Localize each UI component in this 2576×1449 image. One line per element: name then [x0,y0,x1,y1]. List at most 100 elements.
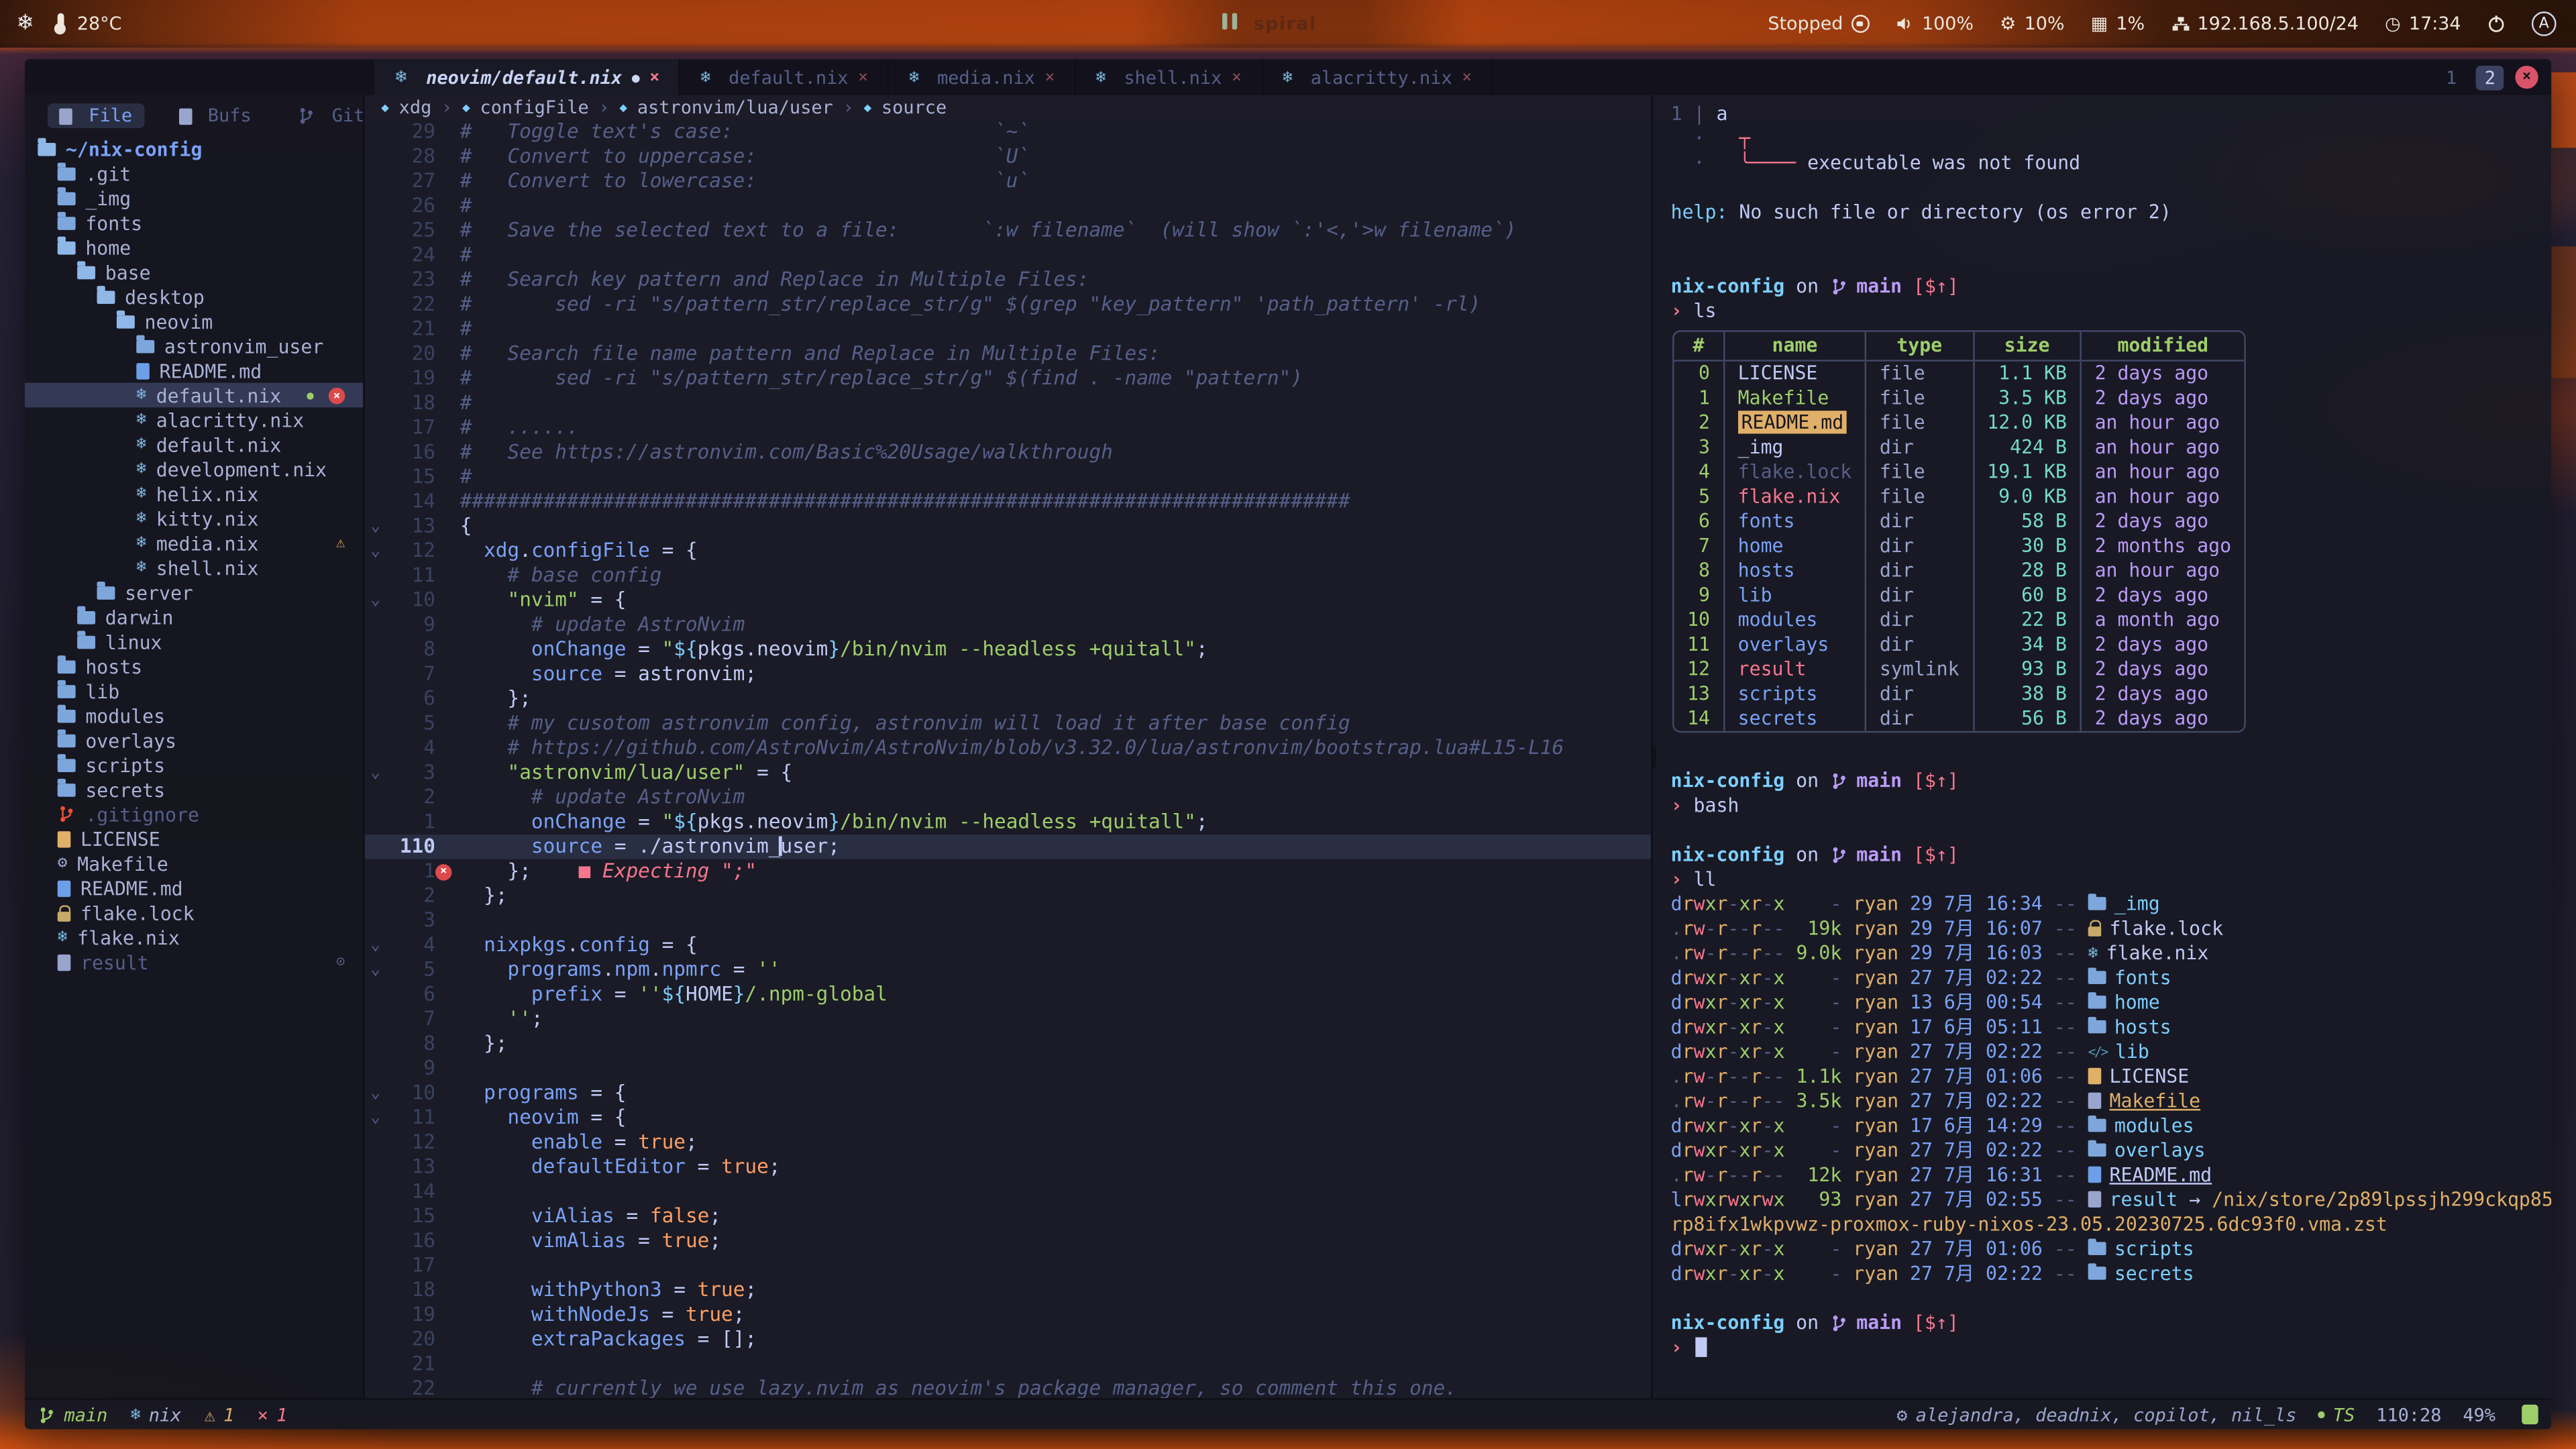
code-line[interactable]: 20 extraPackages = []; [365,1328,1652,1352]
tree-item[interactable]: ❄kitty.nix [25,506,363,531]
tree-item[interactable]: _img [25,186,363,211]
tree-item[interactable]: astronvim_user [25,333,363,358]
keyboard-layout-badge[interactable]: A [2532,11,2557,36]
code-line[interactable]: 6 }; [365,687,1652,712]
pause-icon[interactable] [1219,13,1238,35]
breadcrumb-item[interactable]: astronvim/lua/user [637,97,833,118]
code-line[interactable]: 21# [365,317,1652,342]
tree-item[interactable]: fonts [25,210,363,235]
tab-close-button[interactable]: × [2515,66,2538,89]
lsp-clients-segment[interactable]: ⚙ alejandra, deadnix, copilot, nil_ls [1896,1404,2296,1426]
code-line[interactable]: 28# Convert to uppercase: `U` [365,145,1652,170]
tree-item[interactable]: ❄helix.nix [25,482,363,506]
code-line[interactable]: ⌄3 "astronvim/lua/user" = { [365,761,1652,786]
breadcrumb-item[interactable]: xdg [399,97,432,118]
git-branch-segment[interactable]: main [38,1404,107,1426]
tree-item[interactable]: README.md [25,358,363,383]
tree-item[interactable]: scripts [25,753,363,777]
code-line[interactable]: 6 prefix = ''${HOME}/.npm-global [365,982,1652,1007]
code-line[interactable]: 13 defaultEditor = true; [365,1155,1652,1180]
code-line[interactable]: 3 [365,908,1652,933]
tree-item[interactable]: lib [25,678,363,703]
tree-item[interactable]: .git [25,161,363,186]
code-line[interactable]: 15 viAlias = false; [365,1204,1652,1229]
tree-item[interactable]: ~/nix-config [25,136,363,161]
code-line[interactable]: 9 # update AstroNvim [365,612,1652,637]
code-line[interactable]: 20# Search file name pattern and Replace… [365,341,1652,366]
buffer-tab[interactable]: ❄media.nix× [890,59,1076,95]
buffer-tab[interactable]: ❄shell.nix× [1076,59,1263,95]
code-line[interactable]: 14 [365,1179,1652,1204]
code-line[interactable]: 7 ''; [365,1007,1652,1032]
close-icon[interactable]: × [858,68,868,87]
diagnostics-warning[interactable]: ⚠ 1 [205,1404,235,1426]
tree-item[interactable]: neovim [25,309,363,333]
memory-module[interactable]: ▦ 1% [2091,13,2145,35]
code-line[interactable]: 26# [365,194,1652,219]
clock-module[interactable]: ◷ 17:34 [2385,13,2461,35]
tree-item[interactable]: overlays [25,728,363,753]
breadcrumb-item[interactable]: source [881,97,947,118]
code-line[interactable]: 2 }; [365,884,1652,909]
code-line[interactable]: 23# Search key pattern and Replace in Mu… [365,268,1652,292]
tree-item[interactable]: hosts [25,654,363,679]
command-line[interactable]: › ll [1671,867,2552,892]
code-line[interactable]: 2 # update AstroNvim [365,786,1652,810]
tree-item[interactable]: darwin [25,604,363,629]
tree-item[interactable]: result⊙ [25,950,363,975]
buffer-tab[interactable]: ❄default.nix× [681,59,890,95]
code-line[interactable]: ⌄13{ [365,515,1652,539]
code-line[interactable]: 5 # my cusotom astronvim config, astronv… [365,711,1652,736]
breadcrumb-item[interactable]: configFile [480,97,588,118]
tree-item[interactable]: ❄media.nix⚠ [25,531,363,555]
tree-item[interactable]: base [25,260,363,284]
code-line[interactable]: 15# [365,465,1652,490]
tree-item[interactable]: .gitignore [25,802,363,826]
code-line[interactable]: 8 onChange = "${pkgs.neovim}/bin/nvim --… [365,637,1652,662]
code-line[interactable]: 9 [365,1057,1652,1081]
tree-item[interactable]: ❄flake.nix [25,925,363,950]
code-line[interactable]: 19 withNodeJs = true; [365,1303,1652,1328]
neotree-source-bufs[interactable]: Bufs [167,103,263,128]
tree-item[interactable]: desktop [25,284,363,309]
tabpage-2[interactable]: 2 [2477,65,2504,90]
code-line[interactable]: 12 enable = true; [365,1130,1652,1155]
command-line[interactable]: › bash [1671,793,2552,818]
code-line[interactable]: 17 [365,1254,1652,1279]
tree-item[interactable]: secrets [25,777,363,802]
diagnostics-error[interactable]: × 1 [258,1404,288,1426]
code-line[interactable]: 29# Toggle text's case: `~` [365,120,1652,145]
tree-item[interactable]: LICENSE [25,826,363,851]
close-icon[interactable]: × [649,68,659,87]
code-line[interactable]: 18 withPython3 = true; [365,1278,1652,1303]
tree-item[interactable]: server [25,580,363,604]
code-line[interactable]: 110 source = ./astronvim_user; [365,835,1652,859]
code-line[interactable]: 24# [365,243,1652,268]
network-module[interactable]: 192.168.5.100/24 [2171,13,2359,35]
nixos-logo-icon[interactable]: ❄ [16,11,34,36]
editor-pane[interactable]: ◆xdg›◆configFile›◆astronvim/lua/user›◆so… [365,95,1652,1398]
code-line[interactable]: 1 onChange = "${pkgs.neovim}/bin/nvim --… [365,810,1652,835]
code-line[interactable]: 21 [365,1352,1652,1377]
code-line[interactable]: 16# See https://astronvim.com/Basic%20Us… [365,440,1652,465]
code-line[interactable]: ⌄10 programs = { [365,1081,1652,1106]
code-line[interactable]: ⌄11 neovim = { [365,1106,1652,1130]
media-module[interactable]: Stopped [1768,13,1869,35]
code-line[interactable]: 18# [365,391,1652,416]
code-line[interactable]: 25# Save the selected text to a file: `:… [365,219,1652,244]
code-line[interactable]: 17# ...... [365,416,1652,441]
tree-item[interactable]: ❄default.nix●× [25,383,363,408]
code-line[interactable]: 4 # https://github.com/AstroNvim/AstroNv… [365,736,1652,761]
code-line[interactable]: 11 # base config [365,564,1652,588]
tree-item[interactable]: modules [25,703,363,728]
close-icon[interactable]: × [1462,68,1472,87]
neotree-source-file[interactable]: File [48,103,144,128]
buffer-tab[interactable]: ❄neovim/default.nix●× [374,59,681,95]
volume-module[interactable]: 100% [1896,13,1974,35]
temperature-module[interactable]: 28°C [56,13,121,35]
close-icon[interactable]: × [1232,68,1242,87]
tree-item[interactable]: ❄alacritty.nix [25,407,363,432]
tree-item[interactable]: home [25,235,363,260]
code-line[interactable]: ⌄12 xdg.configFile = { [365,539,1652,564]
code-line[interactable]: 19# sed -ri "s/pattern_str/replace_str/g… [365,366,1652,391]
